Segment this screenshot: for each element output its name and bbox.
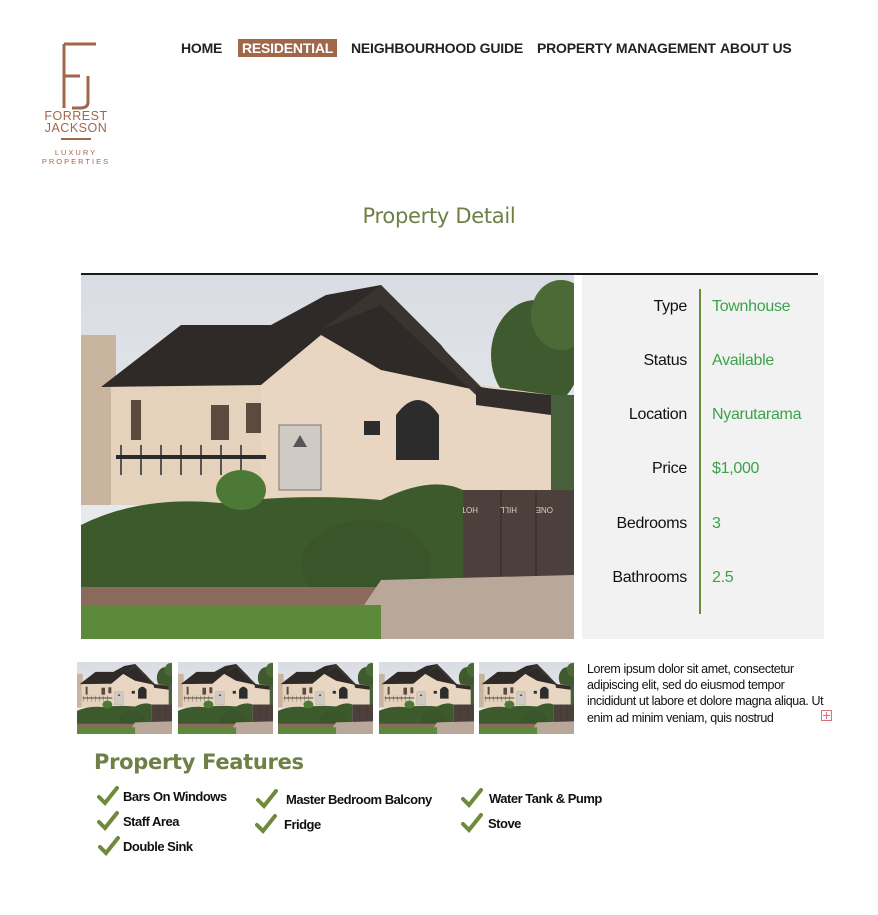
- detail-value: Townhouse: [712, 298, 791, 315]
- thumbnail-image: [379, 662, 474, 734]
- detail-value: 3: [712, 515, 721, 532]
- thumbnail-image: [479, 662, 574, 734]
- thumbnail-image: [178, 662, 273, 734]
- thumbnail-3[interactable]: [278, 662, 373, 734]
- property-details-panel: Type Townhouse Status Available Location…: [582, 275, 824, 639]
- checkmark-icon: [97, 811, 119, 831]
- thumbnail-image: [77, 662, 172, 734]
- checkmark-icon: [461, 788, 483, 808]
- feature-label: Fridge: [284, 817, 321, 832]
- checkmark-icon: [98, 836, 120, 856]
- nav-item-about-us[interactable]: ABOUT US: [716, 39, 796, 57]
- gate-sign-one: ONE: [536, 505, 553, 514]
- feature-label: Bars On Windows: [123, 789, 227, 804]
- brand-name-line2: JACKSON: [44, 121, 108, 135]
- checkmark-icon: [255, 814, 277, 834]
- checkmark-icon: [256, 789, 278, 809]
- detail-row-location: Location Nyarutarama: [582, 406, 824, 428]
- brand-logo[interactable]: FORREST JACKSON LUXURY PROPERTIES: [34, 40, 118, 190]
- detail-value: 2.5: [712, 569, 734, 586]
- nav-item-residential[interactable]: RESIDENTIAL: [238, 39, 338, 57]
- detail-row-bedrooms: Bedrooms 3: [582, 515, 824, 537]
- expand-text-icon[interactable]: [821, 710, 832, 721]
- checkmark-icon: [461, 813, 483, 833]
- checkmark-icon: [97, 786, 119, 806]
- thumbnail-1[interactable]: [77, 662, 172, 734]
- thumbnail-2[interactable]: [178, 662, 273, 734]
- detail-value: $1,000: [712, 460, 760, 477]
- gate-sign-hill: HILL: [500, 505, 517, 514]
- brand-tagline-line2: PROPERTIES: [41, 157, 111, 166]
- detail-value: Available: [712, 352, 774, 369]
- feature-label: Staff Area: [123, 814, 179, 829]
- nav-item-property-management[interactable]: PROPERTY MANAGEMENT: [533, 39, 720, 57]
- detail-label: Location: [628, 406, 687, 423]
- features-title: Property Features: [94, 750, 304, 774]
- feature-label: Stove: [488, 816, 521, 831]
- house-photo-image: HOTEL HILL ONE: [81, 275, 574, 639]
- detail-label: Type: [653, 298, 688, 315]
- thumbnail-4[interactable]: [379, 662, 474, 734]
- feature-label: Double Sink: [123, 839, 193, 854]
- feature-label: Water Tank & Pump: [489, 791, 602, 806]
- brand-tagline-line1: LUXURY: [54, 148, 98, 157]
- logo-divider: [61, 138, 91, 140]
- detail-row-type: Type Townhouse: [582, 298, 824, 320]
- nav-item-home[interactable]: HOME: [177, 39, 226, 57]
- nav-item-neighbourhood-guide[interactable]: NEIGHBOURHOOD GUIDE: [347, 39, 527, 57]
- detail-row-status: Status Available: [582, 352, 824, 374]
- detail-label: Price: [652, 460, 687, 477]
- photo-thumbnails: [77, 662, 577, 734]
- detail-label: Bedrooms: [616, 515, 687, 532]
- main-nav: HOME RESIDENTIAL NEIGHBOURHOOD GUIDE PRO…: [0, 39, 878, 59]
- detail-label: Status: [643, 352, 687, 369]
- detail-value: Nyarutarama: [712, 406, 802, 423]
- main-property-photo[interactable]: HOTEL HILL ONE: [81, 275, 574, 639]
- details-divider: [699, 289, 701, 614]
- page-title: Property Detail: [362, 204, 516, 228]
- thumbnail-image: [278, 662, 373, 734]
- detail-label: Bathrooms: [612, 569, 687, 586]
- detail-row-price: Price $1,000: [582, 460, 824, 482]
- thumbnail-5[interactable]: [479, 662, 574, 734]
- property-description: Lorem ipsum dolor sit amet, consectetur …: [587, 662, 824, 725]
- feature-label: Master Bedroom Balcony: [286, 792, 432, 807]
- detail-row-bathrooms: Bathrooms 2.5: [582, 569, 824, 591]
